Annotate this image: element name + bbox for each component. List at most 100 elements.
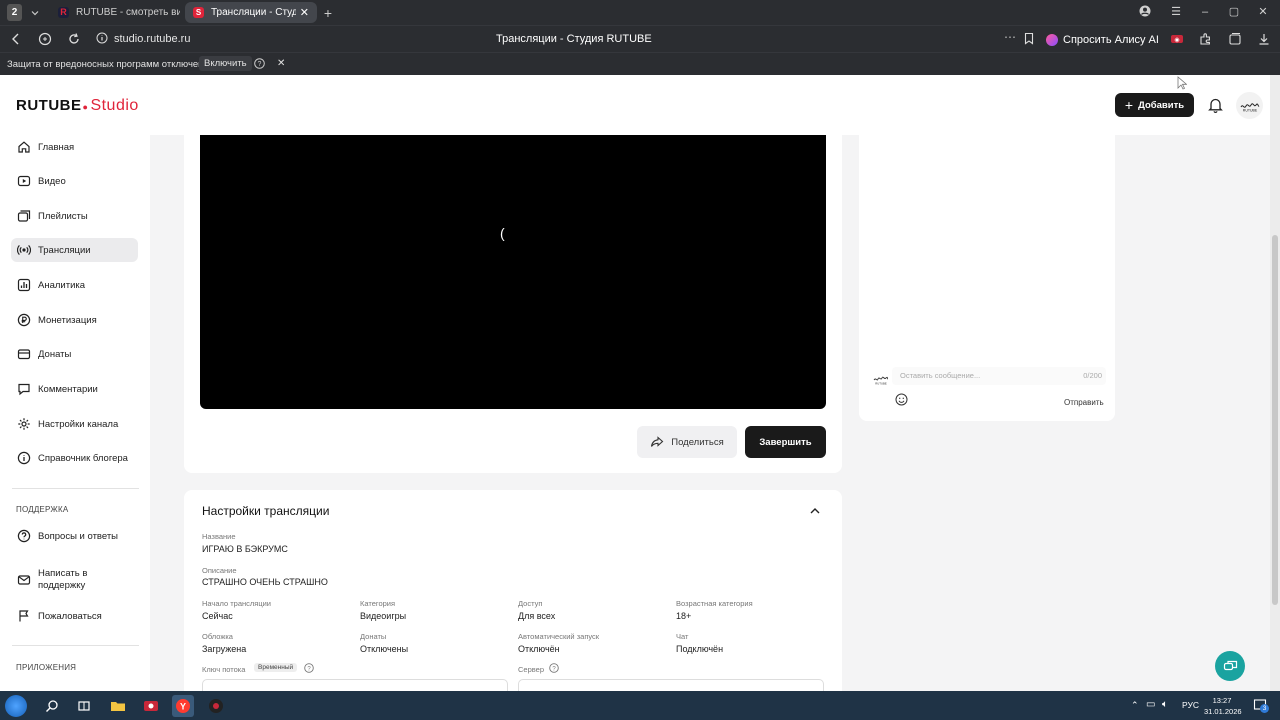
description-value: СТРАШНО ОЧЕНЬ СТРАШНО xyxy=(202,577,328,587)
rutube-favicon-icon: R xyxy=(58,7,69,18)
mouse-cursor-icon xyxy=(1177,76,1187,90)
channel-avatar[interactable]: RUTUBE xyxy=(1236,92,1263,119)
sidebar-item-label: Настройки канала xyxy=(38,418,119,430)
task-view-icon[interactable] xyxy=(73,695,95,717)
sidebar-item-channel-settings[interactable]: Настройки канала xyxy=(11,412,138,436)
menu-icon[interactable]: ☰ xyxy=(1168,5,1184,19)
field-label: Обложка xyxy=(202,632,233,641)
close-tab-icon[interactable]: ✕ xyxy=(300,6,309,19)
tabs-dropdown-icon[interactable] xyxy=(28,4,42,21)
studio-header: RUTUBE ● Studio RUTUBE xyxy=(0,75,1270,135)
sidebar-item-label: Донаты xyxy=(38,348,72,360)
field-label: Доступ xyxy=(518,599,543,608)
share-button[interactable]: Поделиться xyxy=(637,426,737,458)
server-field[interactable] xyxy=(518,679,824,691)
share-icon xyxy=(651,436,664,447)
rutube-studio-logo[interactable]: RUTUBE ● Studio xyxy=(16,97,139,115)
sidebar-item-report[interactable]: Пожаловаться xyxy=(11,604,138,628)
scrollbar-thumb[interactable] xyxy=(1272,235,1278,605)
recorder-app-icon[interactable] xyxy=(140,695,162,717)
sidebar-item-home[interactable]: Главная xyxy=(11,135,138,159)
extension-red-icon[interactable]: ◉ xyxy=(1170,32,1184,46)
playlist-icon xyxy=(17,210,31,222)
close-window-icon[interactable]: ✕ xyxy=(1255,5,1271,19)
help-icon[interactable]: ? xyxy=(254,58,265,69)
support-chat-button[interactable] xyxy=(1215,651,1245,681)
search-icon[interactable] xyxy=(41,695,63,717)
stream-key-help-icon[interactable]: ? xyxy=(304,663,314,673)
protect-shield-icon[interactable] xyxy=(38,32,52,46)
sidebar-item-label: Пожаловаться xyxy=(38,610,102,622)
sidebar-item-label: Вопросы и ответы xyxy=(38,530,119,542)
sidebar-item-blogger-guide[interactable]: Справочник блогера xyxy=(11,446,138,470)
sidebar-item-label: Справочник блогера xyxy=(38,452,128,464)
flag-icon xyxy=(19,610,29,622)
apps-heading: ПРИЛОЖЕНИЯ xyxy=(16,663,77,672)
enable-protection-button[interactable]: Включить xyxy=(199,56,252,71)
tray-chevron-icon[interactable]: ⌃ xyxy=(1131,700,1139,711)
sidebar-item-video[interactable]: Видео xyxy=(11,169,138,193)
yandex-browser-icon[interactable]: Y xyxy=(172,695,194,717)
volume-icon[interactable]: 🔈︎ xyxy=(1162,699,1168,710)
download-icon[interactable] xyxy=(1257,32,1271,46)
obs-app-icon[interactable] xyxy=(205,695,227,717)
minimize-icon[interactable]: – xyxy=(1197,5,1213,19)
sidebar-item-monetization[interactable]: Монетизация xyxy=(11,308,138,332)
sidebar-item-broadcasts[interactable]: Трансляции xyxy=(11,238,138,262)
sidebar-item-comments[interactable]: Комментарии xyxy=(11,377,138,401)
sidebar-item-analytics[interactable]: Аналитика xyxy=(11,273,138,297)
chat-message-input[interactable]: Оставить сообщение... 0/200 xyxy=(892,367,1106,385)
extensions-icon[interactable] xyxy=(1198,32,1212,46)
language-indicator[interactable]: РУС xyxy=(1182,700,1199,710)
tab-studio-broadcasts[interactable]: S Трансляции - Студия R ✕ xyxy=(185,2,317,23)
more-icon[interactable]: ⋯ xyxy=(1004,30,1016,44)
field-value: Загружена xyxy=(202,644,247,654)
close-warning-icon[interactable]: ✕ xyxy=(277,58,285,69)
file-explorer-icon[interactable] xyxy=(107,695,129,717)
sidebar-item-donates[interactable]: Донаты xyxy=(11,342,138,366)
mail-icon xyxy=(17,575,31,585)
field-label: Чат xyxy=(676,632,689,641)
sidebar-divider xyxy=(12,645,139,646)
tab-counter[interactable]: 2 xyxy=(7,4,22,21)
clock-date[interactable]: 31.01.2026 xyxy=(1204,707,1242,716)
stream-key-field[interactable] xyxy=(202,679,508,691)
clock-time[interactable]: 13:27 xyxy=(1211,696,1233,705)
collapse-chevron-icon[interactable] xyxy=(809,505,821,517)
new-tab-icon[interactable]: + xyxy=(321,4,335,21)
comment-icon xyxy=(18,383,30,396)
chat-send-button[interactable]: Отправить xyxy=(1064,398,1104,407)
url-text[interactable]: studio.rutube.ru xyxy=(114,33,190,45)
network-icon[interactable]: ▭ xyxy=(1146,699,1155,710)
server-help-icon[interactable]: ? xyxy=(549,663,559,673)
sidebar-item-write-support[interactable]: Написать в поддержку xyxy=(11,565,138,595)
notifications-bell-icon[interactable] xyxy=(1208,97,1223,113)
start-button-icon[interactable] xyxy=(5,695,27,717)
back-icon[interactable] xyxy=(9,32,23,46)
profile-icon[interactable] xyxy=(1139,5,1155,19)
maximize-icon[interactable]: ▢ xyxy=(1226,5,1242,19)
broadcast-settings-card: Настройки трансляции Название ИГРАЮ В БЭ… xyxy=(184,490,842,691)
video-player[interactable]: ( xyxy=(200,135,826,409)
collections-icon[interactable] xyxy=(1228,32,1242,46)
tab-label: RUTUBE - смотреть видео xyxy=(76,7,180,18)
finish-broadcast-button[interactable]: Завершить xyxy=(745,426,826,458)
ask-alice-button[interactable]: Спросить Алису AI xyxy=(1046,31,1159,48)
logo-sub: Studio xyxy=(90,97,139,114)
site-info-icon[interactable] xyxy=(96,32,110,46)
chat-card: RUTUBE Оставить сообщение... 0/200 Отпра… xyxy=(859,135,1115,421)
description-label: Описание xyxy=(202,566,237,575)
page-scrollbar[interactable] xyxy=(1270,75,1280,691)
sidebar-item-label: Плейлисты xyxy=(38,210,88,222)
tab-rutube-watch[interactable]: R RUTUBE - смотреть видео xyxy=(50,2,180,23)
notification-center-icon[interactable]: 3 xyxy=(1253,698,1269,713)
sidebar-item-faq[interactable]: Вопросы и ответы xyxy=(11,524,138,548)
stream-key-label: Ключ потока xyxy=(202,665,246,674)
reload-icon[interactable] xyxy=(67,32,81,46)
emoji-icon[interactable] xyxy=(895,393,908,406)
sidebar-item-playlists[interactable]: Плейлисты xyxy=(11,204,138,228)
bookmark-icon[interactable] xyxy=(1023,32,1037,46)
chat-char-counter: 0/200 xyxy=(1083,371,1102,380)
add-button[interactable]: + Добавить xyxy=(1115,93,1194,117)
monetization-icon xyxy=(17,313,31,327)
